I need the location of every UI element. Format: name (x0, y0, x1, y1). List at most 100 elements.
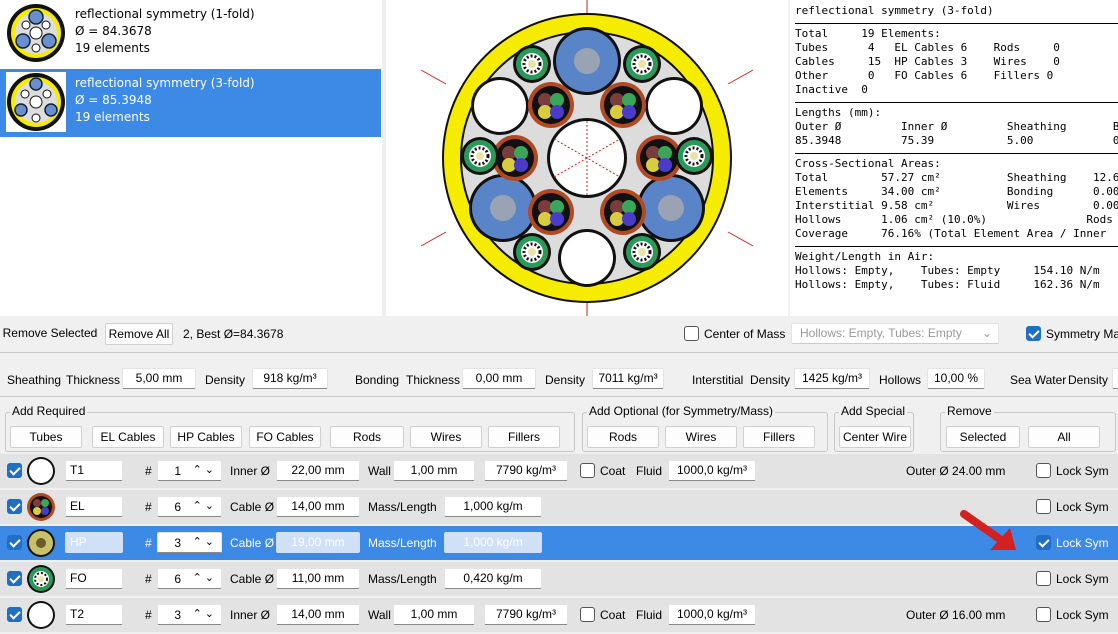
mass-length-input[interactable]: 1,000 kg/m (444, 532, 542, 553)
coat-checkbox[interactable] (580, 463, 595, 478)
element-name-input[interactable]: HP (65, 532, 123, 553)
add-optional-fillers-button[interactable]: Fillers (743, 426, 815, 448)
bonding-label: Bonding (355, 373, 400, 387)
add-optional-rods-button[interactable]: Rods (587, 426, 659, 448)
hollows-input[interactable]: 10,00 % (927, 368, 985, 389)
add-el-cables-button[interactable]: EL Cables (92, 426, 164, 448)
wall-input[interactable]: 1,00 mm (393, 460, 475, 481)
lock-sym-checkbox[interactable] (1036, 607, 1051, 622)
element-row-fo[interactable]: FO #6 ⌃⌄ Cable Ø 11,00 mm Mass/Length 0,420 kg… (0, 562, 1118, 596)
dimension-input[interactable]: 22,00 mm (276, 460, 360, 481)
count-spinner[interactable]: 3 ⌃⌄ (157, 532, 222, 553)
remove-all-group-button[interactable]: All (1028, 426, 1100, 448)
center-of-mass-checkbox[interactable] (684, 326, 699, 341)
lock-sym-checkbox[interactable] (1036, 571, 1051, 586)
dimension-input[interactable]: 14,00 mm (276, 496, 360, 517)
count-hash-label: # (145, 464, 152, 478)
remove-all-button[interactable]: Remove All (105, 323, 173, 345)
sheathing-thickness-label: Thickness (66, 373, 121, 387)
wall-input[interactable]: 1,00 mm (393, 604, 475, 625)
report-separator (795, 102, 1118, 103)
dimension-input[interactable]: 14,00 mm (276, 604, 360, 625)
mass-length-input[interactable]: 1,000 kg/m (444, 496, 542, 517)
element-name-input[interactable]: FO (65, 568, 123, 589)
sheathing-density-input[interactable]: 918 kg/m³ (252, 368, 328, 389)
dimension-label: Inner Ø (230, 608, 271, 622)
count-spinner[interactable]: 6 ⌃⌄ (157, 568, 222, 589)
element-tube-icon (27, 457, 55, 485)
symmetry-checkbox[interactable] (1026, 326, 1041, 341)
remove-selected-group-button[interactable]: Selected (946, 426, 1020, 448)
item-count: 19 elements (75, 41, 150, 55)
add-rods-button[interactable]: Rods (330, 426, 404, 448)
element-name-input[interactable]: T1 (65, 460, 123, 481)
hollows-dropdown[interactable]: Hollows: Empty, Tubes: Empty ⌄ (791, 323, 999, 344)
fluid-density-input[interactable]: 1000,0 kg/m³ (668, 460, 756, 481)
dimension-input[interactable]: 19,00 mm (276, 532, 360, 553)
lock-sym-checkbox[interactable] (1036, 463, 1051, 478)
interstitial-label: Interstitial (692, 373, 744, 387)
param2-label: Mass/Length (368, 536, 437, 550)
hollows-label: Hollows (879, 373, 922, 387)
element-row-t1[interactable]: T1 #1 ⌃⌄ Inner Ø 22,00 mm Wall 1,00 mm 7790 kg/… (0, 454, 1118, 488)
lock-sym-checkbox[interactable] (1036, 535, 1051, 550)
bonding-density-input[interactable]: 7011 kg/m³ (592, 368, 664, 389)
fluid-density-input[interactable]: 1000,0 kg/m³ (668, 604, 756, 625)
add-fo-cables-button[interactable]: FO Cables (249, 426, 321, 448)
element-tube-icon (27, 601, 55, 629)
coat-checkbox[interactable] (580, 607, 595, 622)
report-line: Total 57.27 cm² Sheathing 12.63 (795, 171, 1118, 184)
element-name-input[interactable]: EL (65, 496, 123, 517)
tube-density-input[interactable]: 7790 kg/m³ (484, 604, 568, 625)
count-spinner[interactable]: 6 ⌃⌄ (157, 496, 222, 517)
add-tubes-button[interactable]: Tubes (10, 426, 82, 448)
count-hash-label: # (145, 608, 152, 622)
list-item[interactable]: reflectional symmetry (1-fold) Ø = 84.36… (0, 0, 381, 68)
interstitial-density-input[interactable]: 1425 kg/m³ (794, 368, 870, 389)
report-panel[interactable]: reflectional symmetry (3-fold) Total 19 E… (790, 0, 1118, 316)
add-hp-cables-button[interactable]: HP Cables (170, 426, 242, 448)
report-line: Elements 34.00 cm² Bonding 0.00 (795, 185, 1118, 198)
sheathing-thickness-input[interactable]: 5,00 mm (122, 368, 196, 389)
report-lines: reflectional symmetry (3-fold) Total 19 E… (795, 4, 1118, 292)
report-line: reflectional symmetry (3-fold) (795, 4, 994, 17)
remove-selected-button[interactable]: Remove Selected (2, 323, 98, 345)
count-spinner[interactable]: 1 ⌃⌄ (157, 460, 222, 481)
add-fillers-button[interactable]: Fillers (488, 426, 560, 448)
element-hp-icon (27, 529, 55, 557)
mass-length-input[interactable]: 0,420 kg/m (444, 568, 542, 589)
center-of-mass-label: Center of Mass (704, 327, 786, 341)
element-row-hp[interactable]: HP #3 ⌃⌄ Cable Ø 19,00 mm Mass/Length 1,000 kg… (0, 526, 1118, 560)
dimension-input[interactable]: 11,00 mm (276, 568, 360, 589)
arrangement-list[interactable]: reflectional symmetry (1-fold) Ø = 84.36… (0, 0, 382, 316)
element-fo-icon (27, 565, 55, 593)
element-row-el[interactable]: EL #6 ⌃⌄ Cable Ø 14,00 mm Mass/Length 1,000 kg… (0, 490, 1118, 524)
param2-label: Mass/Length (368, 500, 437, 514)
count-value: 1 (174, 464, 181, 478)
dimension-label: Inner Ø (230, 464, 271, 478)
element-row-t2[interactable]: T2 #3 ⌃⌄ Inner Ø 14,00 mm Wall 1,00 mm 7790 kg/… (0, 598, 1118, 632)
seawater-density-input[interactable] (1112, 368, 1118, 389)
spinner-arrows-icon: ⌃⌄ (192, 500, 217, 512)
report-line: Hollows 1.06 cm² (10.0%) Rods (795, 213, 1113, 226)
lock-sym-checkbox[interactable] (1036, 499, 1051, 514)
cable-cross-section[interactable] (386, 0, 788, 316)
row-active-checkbox[interactable] (7, 607, 22, 622)
count-spinner[interactable]: 3 ⌃⌄ (157, 604, 222, 625)
spinner-arrows-icon: ⌃⌄ (192, 572, 217, 584)
dimension-label: Cable Ø (230, 500, 275, 514)
add-wires-button[interactable]: Wires (410, 426, 482, 448)
center-wire-button[interactable]: Center Wire (839, 426, 911, 448)
lock-sym-label: Lock Sym (1056, 464, 1109, 478)
tube-density-input[interactable]: 7790 kg/m³ (484, 460, 568, 481)
row-active-checkbox[interactable] (7, 571, 22, 586)
row-active-checkbox[interactable] (7, 499, 22, 514)
row-active-checkbox[interactable] (7, 535, 22, 550)
report-separator (795, 153, 1118, 154)
bonding-thickness-input[interactable]: 0,00 mm (462, 368, 536, 389)
list-item-selected[interactable]: reflectional symmetry (3-fold) Ø = 85.39… (0, 69, 381, 137)
element-name-input[interactable]: T2 (65, 604, 123, 625)
row-active-checkbox[interactable] (7, 463, 22, 478)
symmetry-label: Symmetry Ma (1046, 327, 1118, 341)
add-optional-wires-button[interactable]: Wires (665, 426, 737, 448)
